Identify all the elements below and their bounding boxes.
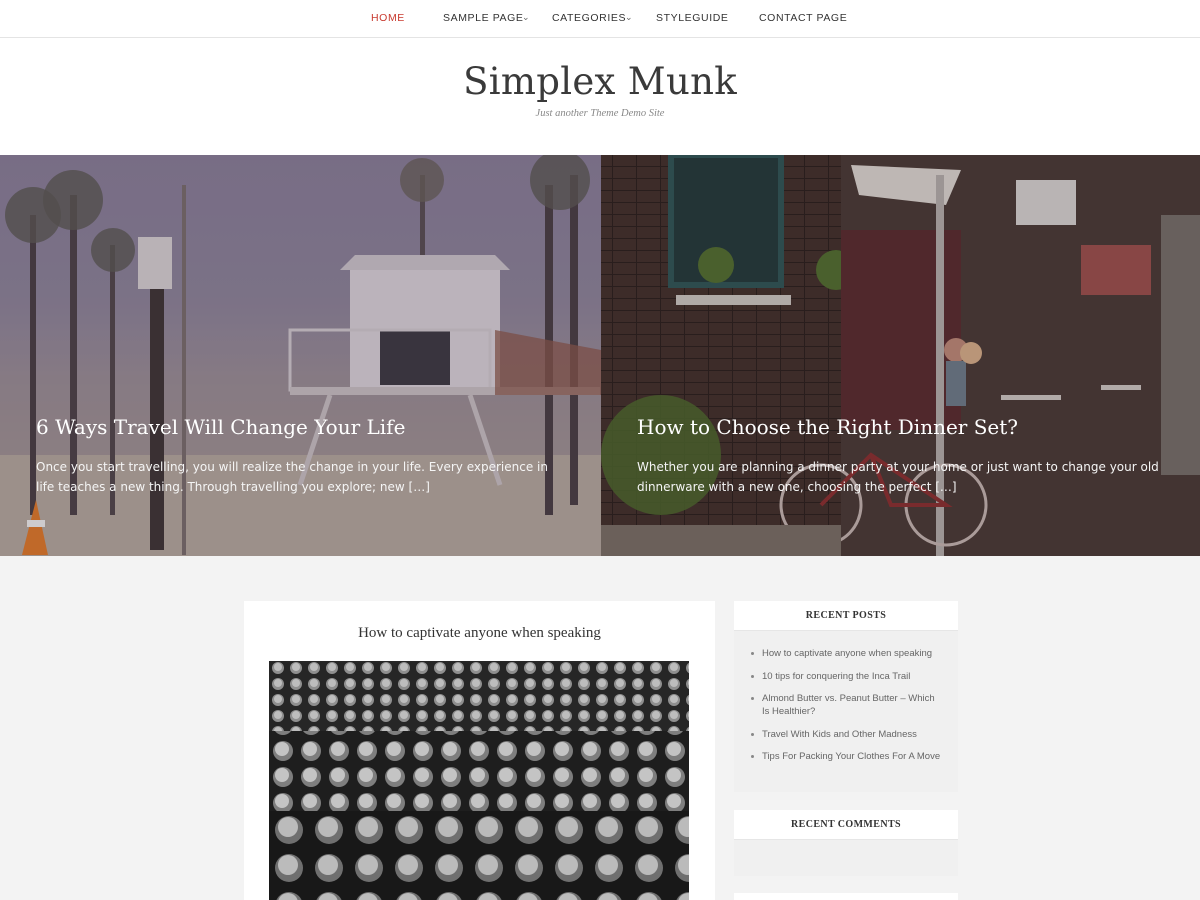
featured-excerpt: Whether you are planning a dinner party … — [637, 460, 1159, 494]
featured-title[interactable]: 6 Ways Travel Will Change Your Life — [36, 415, 405, 439]
post-title[interactable]: How to captivate anyone when speaking — [244, 625, 715, 642]
post-featured-image[interactable] — [269, 661, 689, 900]
crowd-image — [269, 661, 689, 900]
widget-title: RECENT POSTS — [734, 601, 958, 631]
recent-post-link[interactable]: Almond Butter vs. Peanut Butter – Which … — [751, 692, 942, 718]
nav-home[interactable]: HOME — [371, 0, 405, 37]
recent-post-link[interactable]: 10 tips for conquering the Inca Trail — [751, 670, 942, 683]
chevron-down-icon[interactable]: ⌄ — [625, 0, 633, 37]
featured-post-right[interactable]: How to Choose the Right Dinner Set? Whet… — [601, 155, 1200, 556]
nav-styleguide[interactable]: STYLEGUIDE — [656, 0, 729, 37]
nav-sample-page[interactable]: SAMPLE PAGE — [443, 0, 524, 37]
featured-post-left[interactable]: 6 Ways Travel Will Change Your Life Once… — [0, 155, 601, 556]
featured-title[interactable]: How to Choose the Right Dinner Set? — [637, 415, 1018, 439]
primary-navigation: HOME SAMPLE PAGE ⌄ CATEGORIES ⌄ STYLEGUI… — [0, 0, 1200, 38]
widget-recent-comments: RECENT COMMENTS — [734, 810, 958, 876]
site-header: Simplex Munk Just another Theme Demo Sit… — [0, 38, 1200, 155]
recent-post-link[interactable]: Travel With Kids and Other Madness — [751, 728, 942, 741]
post-card: How to captivate anyone when speaking — [244, 601, 715, 900]
recent-post-link[interactable]: How to captivate anyone when speaking — [751, 647, 942, 660]
widget-title: RECENT COMMENTS — [734, 810, 958, 840]
recent-posts-list: How to captivate anyone when speaking 10… — [734, 631, 958, 763]
nav-categories[interactable]: CATEGORIES — [552, 0, 626, 37]
nav-contact-page[interactable]: CONTACT PAGE — [759, 0, 847, 37]
featured-excerpt: Once you start travelling, you will real… — [36, 460, 548, 494]
widget-recent-posts: RECENT POSTS How to captivate anyone whe… — [734, 601, 958, 792]
site-tagline: Just another Theme Demo Site — [535, 108, 665, 119]
chevron-down-icon[interactable]: ⌄ — [522, 0, 530, 37]
recent-post-link[interactable]: Tips For Packing Your Clothes For A Move — [751, 750, 942, 763]
site-title[interactable]: Simplex Munk — [0, 60, 1200, 103]
widget-next — [734, 893, 958, 900]
